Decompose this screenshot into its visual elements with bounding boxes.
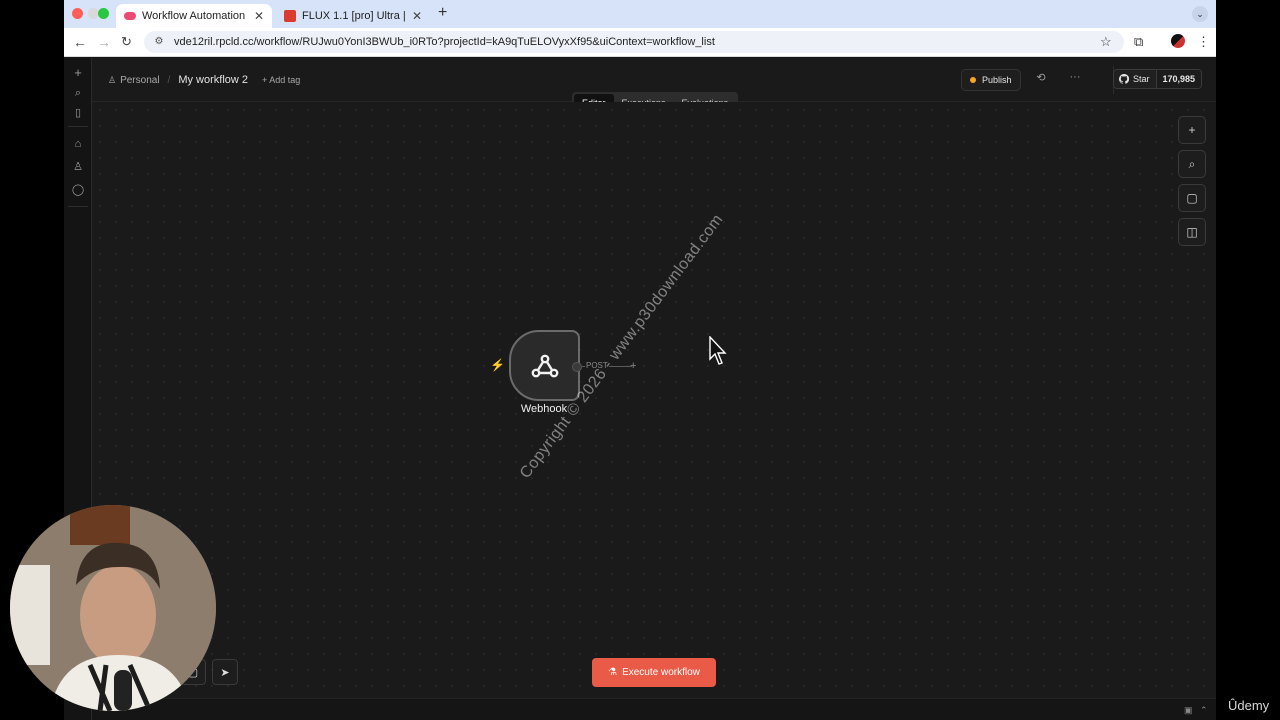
webhook-node[interactable] <box>509 330 580 401</box>
reload-icon[interactable]: ↻ <box>121 34 132 50</box>
tab-search-chevron-icon[interactable]: ⌄ <box>1192 6 1208 22</box>
flux-favicon-icon <box>284 10 296 22</box>
new-tab-button[interactable]: + <box>438 4 447 22</box>
browser-tab-flux[interactable]: FLUX 1.1 [pro] Ultra | Text to I ✕ <box>276 4 430 28</box>
add-tag-button[interactable]: + Add tag <box>262 75 300 85</box>
output-handle[interactable] <box>572 362 582 372</box>
close-tab-icon[interactable]: ✕ <box>412 9 422 23</box>
sidebar-divider <box>68 126 88 127</box>
publish-label: Publish <box>982 75 1012 85</box>
webcam-overlay <box>10 505 216 711</box>
flask-icon: ⚗ <box>608 667 618 678</box>
back-arrow-icon[interactable]: ← <box>73 34 87 50</box>
browser-window: Workflow Automation - n8n ✕ FLUX 1.1 [pr… <box>64 0 1216 720</box>
browser-tab-n8n[interactable]: Workflow Automation - n8n ✕ <box>116 4 272 28</box>
publish-button[interactable]: Publish <box>961 69 1021 91</box>
browser-menu-icon[interactable]: ⋮ <box>1197 34 1210 50</box>
sidebar-divider <box>68 206 88 207</box>
execute-workflow-button[interactable]: ⚗ Execute workflow <box>592 658 716 687</box>
add-connection-plus-icon[interactable]: + <box>630 360 636 372</box>
browser-toolbar: ← → ↻ ⚙ vde12ril.rpcld.cc/workflow/RUJwu… <box>64 28 1216 57</box>
github-icon <box>1119 74 1129 84</box>
close-window-button[interactable] <box>72 8 83 19</box>
udemy-logo: Ûdemy <box>1228 698 1270 713</box>
presenter-video <box>10 505 216 711</box>
breadcrumb-project[interactable]: Personal <box>120 75 159 86</box>
toggle-panel-icon[interactable]: ◫ <box>1178 218 1206 246</box>
close-tab-icon[interactable]: ✕ <box>254 9 264 23</box>
home-icon[interactable]: ⌂ <box>71 137 85 151</box>
mouse-cursor-icon <box>709 336 727 365</box>
workflow-name[interactable]: My workflow 2 <box>178 74 248 86</box>
github-star: Star <box>1114 70 1157 88</box>
webhook-icon <box>531 354 558 377</box>
github-star-label: Star <box>1133 74 1150 84</box>
workflow-header: ♙ Personal / My workflow 2 + Add tag Pub… <box>92 58 1216 114</box>
search-nodes-icon[interactable]: ⌕ <box>1178 150 1206 178</box>
breadcrumb: ♙ Personal / My workflow 2 + Add tag <box>108 74 300 86</box>
logs-icon[interactable]: ▣ <box>1184 705 1193 716</box>
breadcrumb-separator: / <box>167 74 171 86</box>
collapse-sidebar-icon[interactable]: ▯ <box>71 106 85 120</box>
trigger-bolt-icon: ⚡ <box>490 358 505 372</box>
forward-arrow-icon[interactable]: → <box>97 34 111 50</box>
url-text: vde12ril.rpcld.cc/workflow/RUJwu0YonI3BW… <box>174 36 715 48</box>
status-bar: ▣ ⌃ <box>92 698 1216 720</box>
search-icon[interactable]: ⌕ <box>71 86 85 100</box>
add-node-button[interactable]: + <box>1178 116 1206 144</box>
chevron-up-icon[interactable]: ⌃ <box>1200 705 1208 716</box>
pointer-mode-button[interactable]: ➤ <box>212 659 238 685</box>
chat-icon[interactable]: ◯ <box>71 183 85 197</box>
n8n-favicon-icon <box>124 12 136 20</box>
github-star-count: 170,985 <box>1156 70 1202 88</box>
extensions-puzzle-icon[interactable]: ⧉ <box>1134 34 1143 50</box>
history-icon[interactable]: ⟲ <box>1031 71 1051 89</box>
tab-title: FLUX 1.1 [pro] Ultra | Text to I <box>302 10 406 22</box>
more-options-icon[interactable]: ··· <box>1065 71 1085 89</box>
address-bar[interactable]: ⚙ vde12ril.rpcld.cc/workflow/RUJwu0YonI3… <box>144 31 1124 53</box>
n8n-app: + ⌕ ▯ ⌂ ♙ ◯ ♙ Personal / My workflow 2 +… <box>64 58 1216 720</box>
maximize-window-button[interactable] <box>98 8 109 19</box>
project-user-icon: ♙ <box>108 74 117 85</box>
execute-label: Execute workflow <box>622 667 700 678</box>
bookmark-star-icon[interactable]: ☆ <box>1100 34 1112 50</box>
site-settings-icon[interactable]: ⚙ <box>152 36 166 48</box>
sticky-note-icon[interactable]: ▢ <box>1178 184 1206 212</box>
workflow-canvas[interactable]: + ⌕ ▢ ◫ <box>92 102 1216 720</box>
tab-bar: Workflow Automation - n8n ✕ FLUX 1.1 [pr… <box>64 0 1216 28</box>
profile-avatar[interactable] <box>1171 34 1185 48</box>
user-icon[interactable]: ♙ <box>71 160 85 174</box>
unpublished-status-dot <box>970 77 976 83</box>
github-star-button[interactable]: Star 170,985 <box>1113 69 1203 89</box>
tab-title: Workflow Automation - n8n <box>142 10 248 22</box>
add-icon[interactable]: + <box>71 66 85 80</box>
